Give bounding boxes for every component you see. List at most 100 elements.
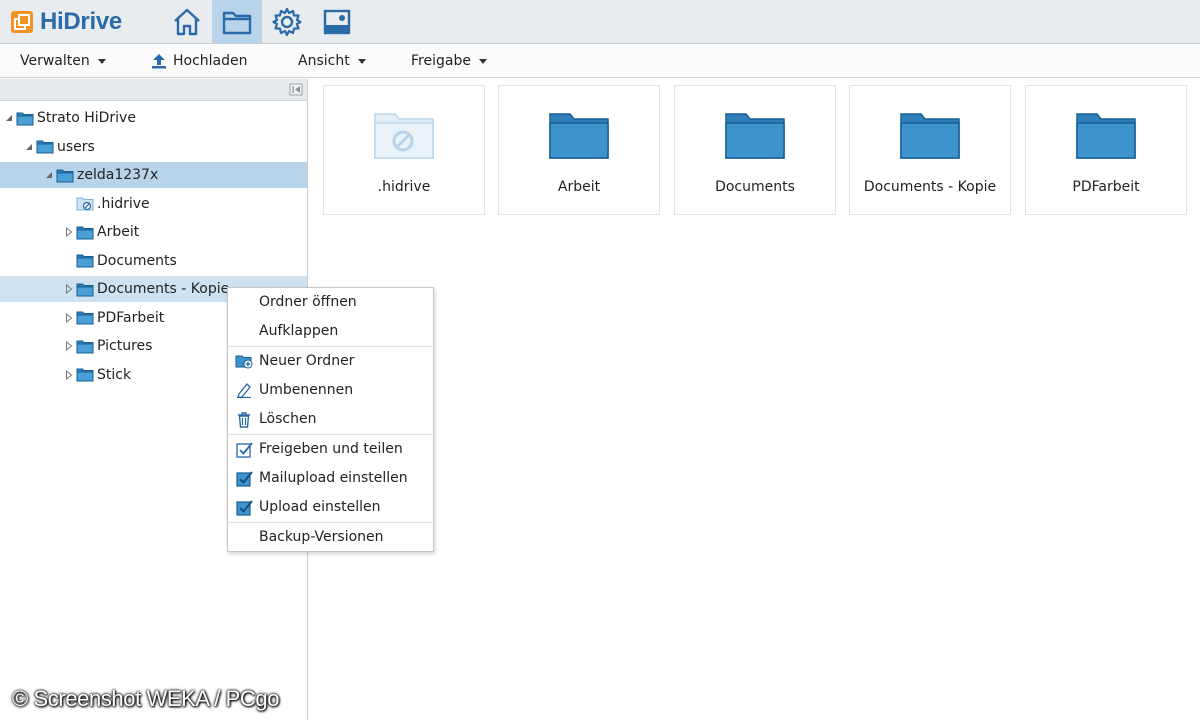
nav-files-button[interactable] (212, 0, 262, 43)
tree-node-label: zelda1237x (77, 167, 159, 183)
verwalten-label: Verwalten (20, 52, 90, 69)
ansicht-menu-button[interactable]: Ansicht (298, 44, 366, 77)
folder-tile-arbeit[interactable]: Arbeit (498, 85, 660, 215)
freigabe-label: Freigabe (411, 52, 471, 69)
tree-node-label: users (57, 138, 95, 155)
menu-item-label: Aufklappen (259, 323, 339, 339)
tree-node-label: .hidrive (97, 195, 150, 212)
share-check-icon (235, 440, 253, 458)
tree-node[interactable]: PDFarbeit (0, 305, 164, 331)
nav-home-button[interactable] (162, 0, 212, 43)
menu-item-freigeben-und-teilen[interactable]: Freigeben und teilen (228, 435, 433, 463)
menu-item-ordner-oeffnen[interactable]: Ordner öffnen (228, 288, 433, 316)
tree-node-label: Strato HiDrive (37, 110, 136, 126)
folder-tile-label: Documents - Kopie (863, 179, 997, 195)
menu-item-label: Freigeben und teilen (259, 441, 403, 457)
checkbox-icon (235, 498, 253, 516)
tree-header (0, 79, 307, 101)
folder-tile-label: Arbeit (557, 179, 601, 195)
chevron-down-icon (357, 59, 366, 64)
menu-item-neuer-ordner[interactable]: Neuer Ordner (228, 347, 433, 375)
folder-icon (56, 168, 74, 183)
folder-icon (76, 367, 94, 382)
collapse-panel-icon[interactable] (289, 83, 303, 96)
hidden-folder-icon (76, 196, 94, 211)
tree-node[interactable]: Stick (0, 362, 131, 388)
tree-node-label: Documents (97, 252, 177, 269)
folder-tile-documents-kopie[interactable]: Documents - Kopie (849, 85, 1011, 215)
menu-item-loeschen[interactable]: Löschen (228, 405, 433, 433)
hochladen-button[interactable]: Hochladen (150, 44, 248, 77)
folder-icon (900, 113, 960, 159)
folder-icon (76, 282, 94, 297)
expanded-triangle-icon[interactable] (2, 105, 16, 131)
menu-item-umbenennen[interactable]: Umbenennen (228, 376, 433, 404)
pencil-icon (235, 381, 253, 399)
folder-grid: .hidrive Arbeit Documents Documents - Ko… (317, 79, 1200, 720)
tree-node-label: PDFarbeit (97, 309, 165, 326)
menu-item-aufklappen[interactable]: Aufklappen (228, 317, 433, 345)
tree-node[interactable]: Strato HiDrive (0, 105, 136, 131)
folder-icon (76, 310, 94, 325)
tree-node-label: Documents - Kopie (97, 281, 230, 297)
folder-tile-label: PDFarbeit (1072, 179, 1140, 195)
folder-tile-label: .hidrive (377, 179, 431, 195)
folder-tile-label: Documents (715, 179, 795, 195)
verwalten-menu-button[interactable]: Verwalten (20, 44, 106, 77)
gear-icon (272, 7, 302, 36)
menu-item-label: Upload einstellen (259, 499, 381, 515)
menu-item-backup-versionen[interactable]: Backup-Versionen (228, 523, 433, 551)
nav-media-button[interactable] (312, 0, 362, 43)
tree-node[interactable]: Pictures (0, 333, 152, 359)
folder-tile-documents[interactable]: Documents (674, 85, 836, 215)
folder-icon (1076, 113, 1136, 159)
trash-icon (235, 410, 253, 428)
tree-node-label: Pictures (97, 338, 153, 354)
chevron-down-icon (97, 59, 106, 64)
folder-icon (222, 11, 252, 34)
tree-node[interactable]: Arbeit (0, 219, 139, 245)
tree-node[interactable]: .hidrive (0, 191, 150, 217)
home-icon (174, 8, 200, 35)
collapsed-triangle-icon[interactable] (62, 333, 76, 359)
nav-settings-button[interactable] (262, 0, 312, 43)
folder-tile-hidrive[interactable]: .hidrive (323, 85, 485, 215)
expanded-triangle-icon[interactable] (22, 134, 36, 160)
picture-icon (323, 9, 351, 34)
folder-icon (76, 253, 94, 268)
top-bar: HiDrive (0, 0, 1200, 44)
tree-node[interactable]: zelda1237x (0, 162, 307, 188)
menu-item-upload-einstellen[interactable]: Upload einstellen (228, 493, 433, 521)
menu-item-label: Backup-Versionen (259, 529, 384, 545)
context-menu: Ordner öffnen Aufklappen Neuer Ordner Um… (227, 287, 434, 552)
menu-item-label: Umbenennen (259, 382, 354, 398)
app-title: HiDrive (40, 8, 122, 35)
ansicht-label: Ansicht (298, 52, 350, 69)
folder-tile-pdfarbeit[interactable]: PDFarbeit (1025, 85, 1187, 215)
tree-node-label: Arbeit (97, 224, 140, 240)
hidden-folder-icon (374, 113, 434, 159)
toolbar: Verwalten Hochladen Ansicht Freigabe (0, 44, 1200, 78)
freigabe-menu-button[interactable]: Freigabe (411, 44, 487, 77)
menu-item-mailupload-einstellen[interactable]: Mailupload einstellen (228, 464, 433, 492)
tree-node[interactable]: users (0, 134, 95, 160)
collapsed-triangle-icon[interactable] (62, 276, 76, 302)
menu-item-label: Mailupload einstellen (259, 470, 408, 486)
collapsed-triangle-icon[interactable] (62, 219, 76, 245)
folder-icon (36, 139, 54, 154)
hochladen-label: Hochladen (173, 52, 248, 69)
collapsed-triangle-icon[interactable] (62, 305, 76, 331)
folder-icon (76, 225, 94, 240)
expanded-triangle-icon[interactable] (42, 162, 56, 188)
collapsed-triangle-icon[interactable] (62, 362, 76, 388)
tree-node[interactable]: Documents (0, 248, 177, 274)
folder-icon (549, 113, 609, 159)
menu-item-label: Neuer Ordner (259, 353, 355, 369)
upload-icon (152, 53, 166, 68)
checkbox-icon (235, 469, 253, 487)
app-logo[interactable]: HiDrive (10, 8, 122, 36)
chevron-down-icon (478, 59, 487, 64)
folder-icon (76, 339, 94, 354)
